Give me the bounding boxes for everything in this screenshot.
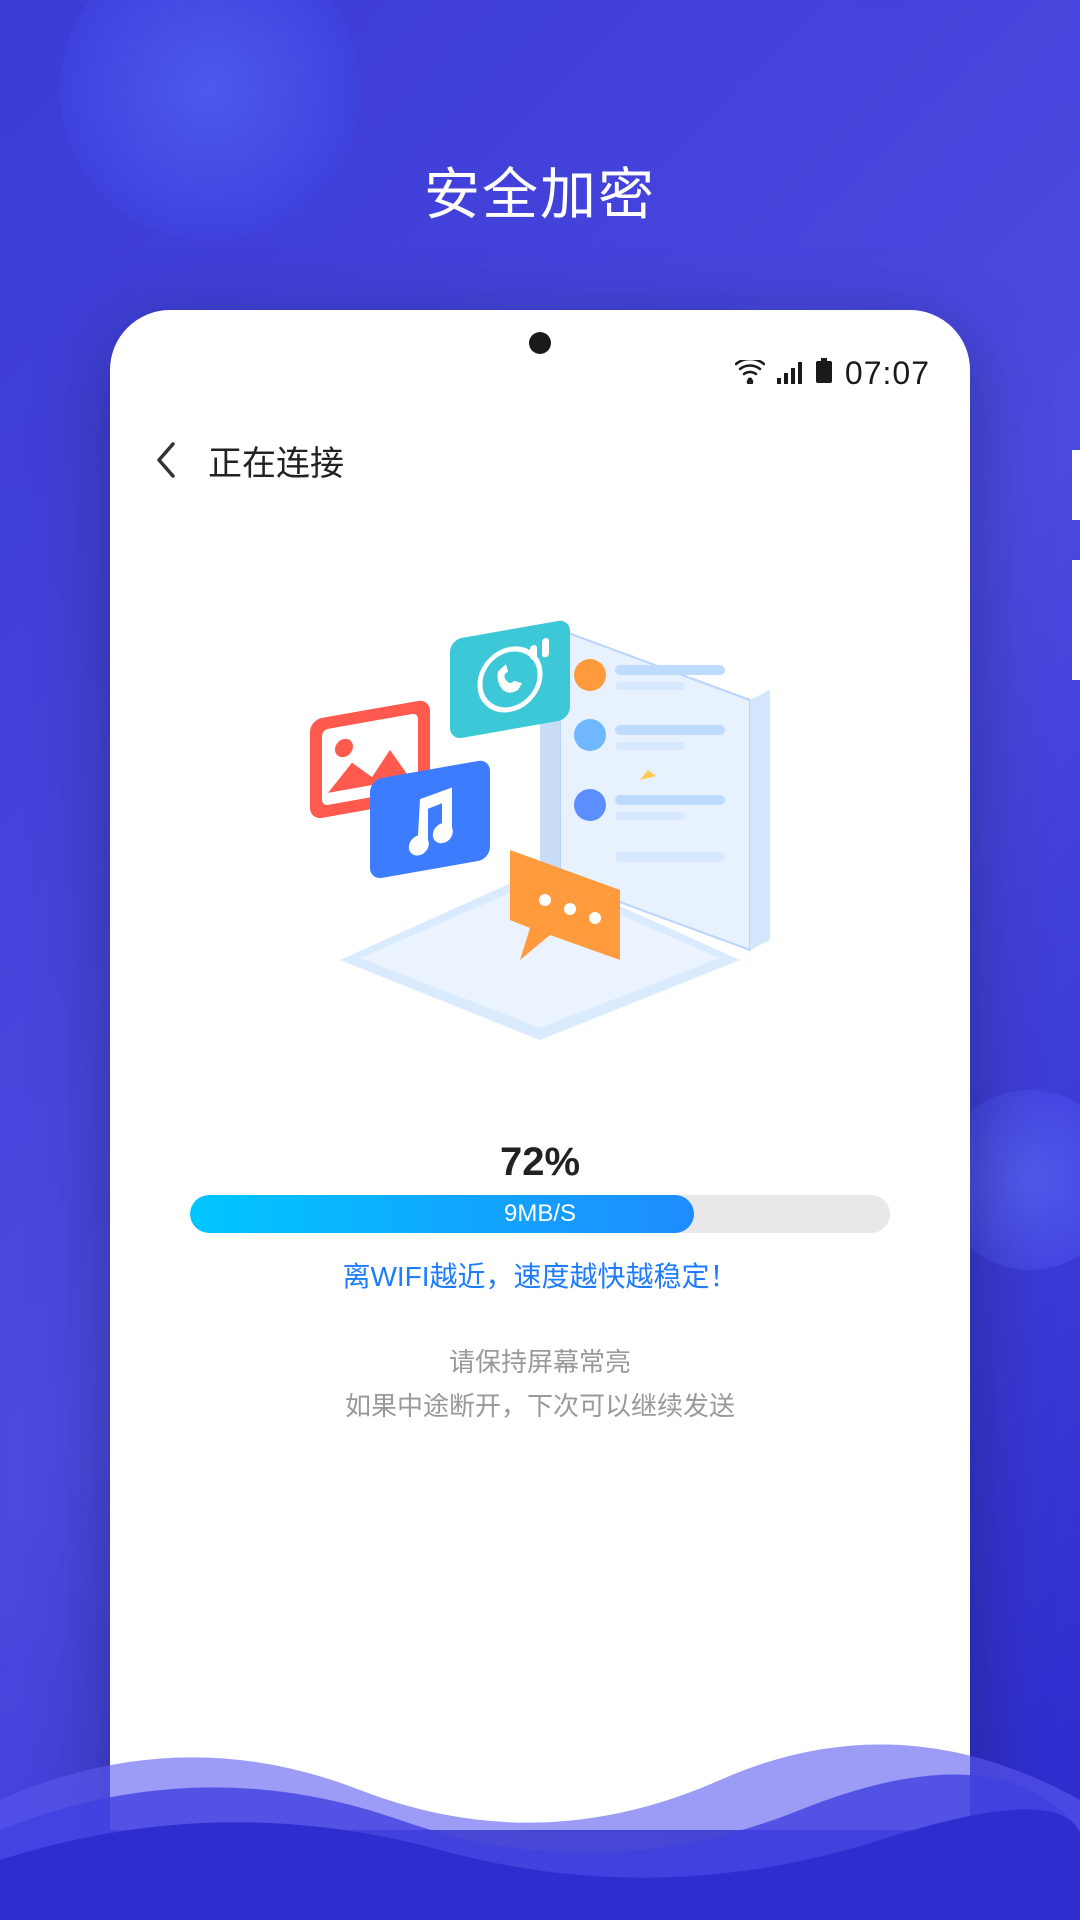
hint-block: 请保持屏幕常亮 如果中途断开，下次可以继续发送 — [110, 1340, 970, 1428]
hint-line-1: 请保持屏幕常亮 — [110, 1340, 970, 1384]
status-bar: 07:07 — [735, 355, 930, 392]
phone-notch — [529, 332, 551, 354]
progress-speed: 9MB/S — [190, 1200, 890, 1228]
progress-bar: 9MB/S — [190, 1195, 890, 1233]
progress-section: 72% 9MB/S 离WIFI越近，速度越快越稳定！ — [110, 1140, 970, 1295]
hint-line-2: 如果中途断开，下次可以继续发送 — [110, 1384, 970, 1428]
transfer-illustration — [220, 570, 860, 1050]
battery-icon — [815, 355, 833, 392]
phone-frame: 07:07 正在连接 — [110, 310, 970, 1830]
page-title: 安全加密 — [0, 150, 1080, 231]
progress-percent: 72% — [110, 1140, 970, 1185]
app-header: 正在连接 — [110, 420, 970, 500]
bottom-wave-decor — [0, 1700, 1080, 1920]
phone-side-button — [1072, 450, 1080, 520]
phone-side-button — [1072, 560, 1080, 680]
chevron-left-icon — [154, 441, 176, 479]
wifi-icon — [735, 355, 765, 392]
status-time: 07:07 — [845, 355, 930, 392]
back-button[interactable] — [140, 435, 190, 485]
signal-icon — [777, 355, 803, 392]
app-header-title: 正在连接 — [208, 436, 344, 485]
wifi-tip: 离WIFI越近，速度越快越稳定！ — [110, 1255, 970, 1295]
